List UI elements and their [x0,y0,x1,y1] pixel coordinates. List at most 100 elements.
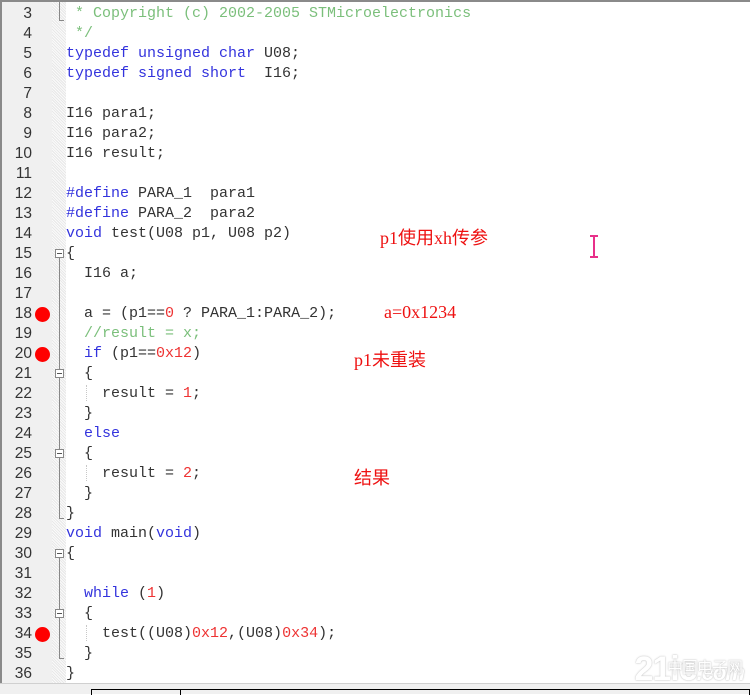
breakpoint-icon[interactable] [35,627,50,642]
code-line[interactable]: 6 typedef signed short I16; [2,64,750,84]
code-line[interactable]: 17 [2,284,750,304]
code-token: { [66,545,76,562]
fold-collapse-icon[interactable] [55,369,64,378]
fold-collapse-icon[interactable] [55,549,64,558]
line-code: typedef signed short I16; [66,64,300,84]
line-number: 8 [23,105,32,122]
code-line[interactable]: 28} [2,504,750,524]
code-line[interactable]: 29 void main(void) [2,524,750,544]
code-line[interactable]: 22 result = 1; [2,384,750,404]
line-number: 24 [14,425,32,442]
code-token: I16 para2; [66,125,157,142]
annotation-param-note: p1使用xh传参 [380,228,488,248]
code-token: test(U08 p1, U08 p2) [102,225,292,242]
code-line[interactable]: 19 //result = x; [2,324,750,344]
line-number: 16 [14,265,32,282]
line-number: 7 [23,85,32,102]
line-code: result = 1; [66,384,201,404]
code-token: ; [192,465,202,482]
code-token: 1 [147,585,157,602]
line-number: 34 [14,625,32,642]
line-code: else [66,424,120,444]
line-code: I16 para1; [66,104,156,124]
breakpoint-icon[interactable] [35,347,50,362]
code-token: */ [66,25,94,42]
line-number: 32 [14,585,32,602]
line-code: #define PARA_1 para1 [66,184,255,204]
line-code: * Copyright (c) 2002-2005 STMicroelectro… [66,4,471,24]
line-code: #define PARA_2 para2 [66,204,255,224]
line-code: test((U08)0x12,(U08)0x34); [66,624,336,644]
code-line[interactable]: 4 */ [2,24,750,44]
code-editor[interactable]: 3 * Copyright (c) 2002-2005 STMicroelect… [0,0,750,683]
code-line[interactable]: 12 #define PARA_1 para1 [2,184,750,204]
code-token: 1 [183,385,193,402]
code-token: 0x12 [192,625,229,642]
code-line[interactable]: 10 I16 result; [2,144,750,164]
code-line[interactable]: 13 #define PARA_2 para2 [2,204,750,224]
code-line[interactable]: 16 I16 a; [2,264,750,284]
line-code: { [66,444,93,464]
code-token: ,(U08) [228,625,283,642]
fold-collapse-icon[interactable] [55,449,64,458]
fold-collapse-icon[interactable] [55,249,64,258]
code-token: PARA_1 para1 [129,185,256,202]
code-token: { [66,365,94,382]
code-token: void [66,525,103,542]
status-bar [0,683,750,695]
code-line[interactable]: 3 * Copyright (c) 2002-2005 STMicroelect… [2,4,750,24]
code-line[interactable]: 25 { [2,444,750,464]
line-number: 25 [14,445,32,462]
code-line[interactable]: 9 I16 para2; [2,124,750,144]
line-number: 29 [14,525,32,542]
code-token: 0x12 [156,345,193,362]
watermark-cn: 中国电子网 [667,654,743,678]
code-token: main( [102,525,157,542]
annotation-reload-note: p1未重装 [354,350,426,370]
code-line[interactable]: 14 void test(U08 p1, U08 p2) [2,224,750,244]
line-number: 11 [15,165,32,182]
line-code: void main(void) [66,524,201,544]
code-line[interactable]: 34 test((U08)0x12,(U08)0x34); [2,624,750,644]
code-line[interactable]: 24 else [2,424,750,444]
code-token: PARA_2 para2 [129,205,256,222]
code-token: I16 a; [66,265,139,282]
line-number: 30 [14,545,32,562]
breakpoint-icon[interactable] [35,307,50,322]
line-number: 4 [23,25,32,42]
code-token: 2 [183,465,193,482]
code-line[interactable]: 11 [2,164,750,184]
code-line[interactable]: 18 a = (p1==0 ? PARA_1:PARA_2); [2,304,750,324]
line-number: 28 [14,505,32,522]
line-code: while (1) [66,584,165,604]
code-token: ) [192,525,202,542]
code-token: I16 result; [66,145,166,162]
text-cursor-icon [590,235,598,258]
line-number: 17 [14,285,32,302]
line-code: result = 2; [66,464,201,484]
code-line[interactable]: 31 [2,564,750,584]
line-code: } [66,644,93,664]
line-code: void test(U08 p1, U08 p2) [66,224,291,244]
code-token: } [66,645,94,662]
line-code: I16 para2; [66,124,156,144]
code-line[interactable]: 15 { [2,244,750,264]
line-number: 3 [23,5,32,22]
code-line[interactable]: 5 typedef unsigned char U08; [2,44,750,64]
fold-collapse-icon[interactable] [55,609,64,618]
line-code: { [66,364,93,384]
line-code: { [66,544,75,564]
code-token: ); [318,625,337,642]
code-token: ( [129,585,148,602]
code-line[interactable]: 32 while (1) [2,584,750,604]
line-number: 9 [23,125,32,142]
code-line[interactable]: 8 I16 para1; [2,104,750,124]
code-line[interactable]: 23 } [2,404,750,424]
code-line[interactable]: 33 { [2,604,750,624]
code-line[interactable]: 30 { [2,544,750,564]
code-line[interactable]: 7 [2,84,750,104]
code-token: (p1== [102,345,157,362]
line-number: 22 [14,385,32,402]
